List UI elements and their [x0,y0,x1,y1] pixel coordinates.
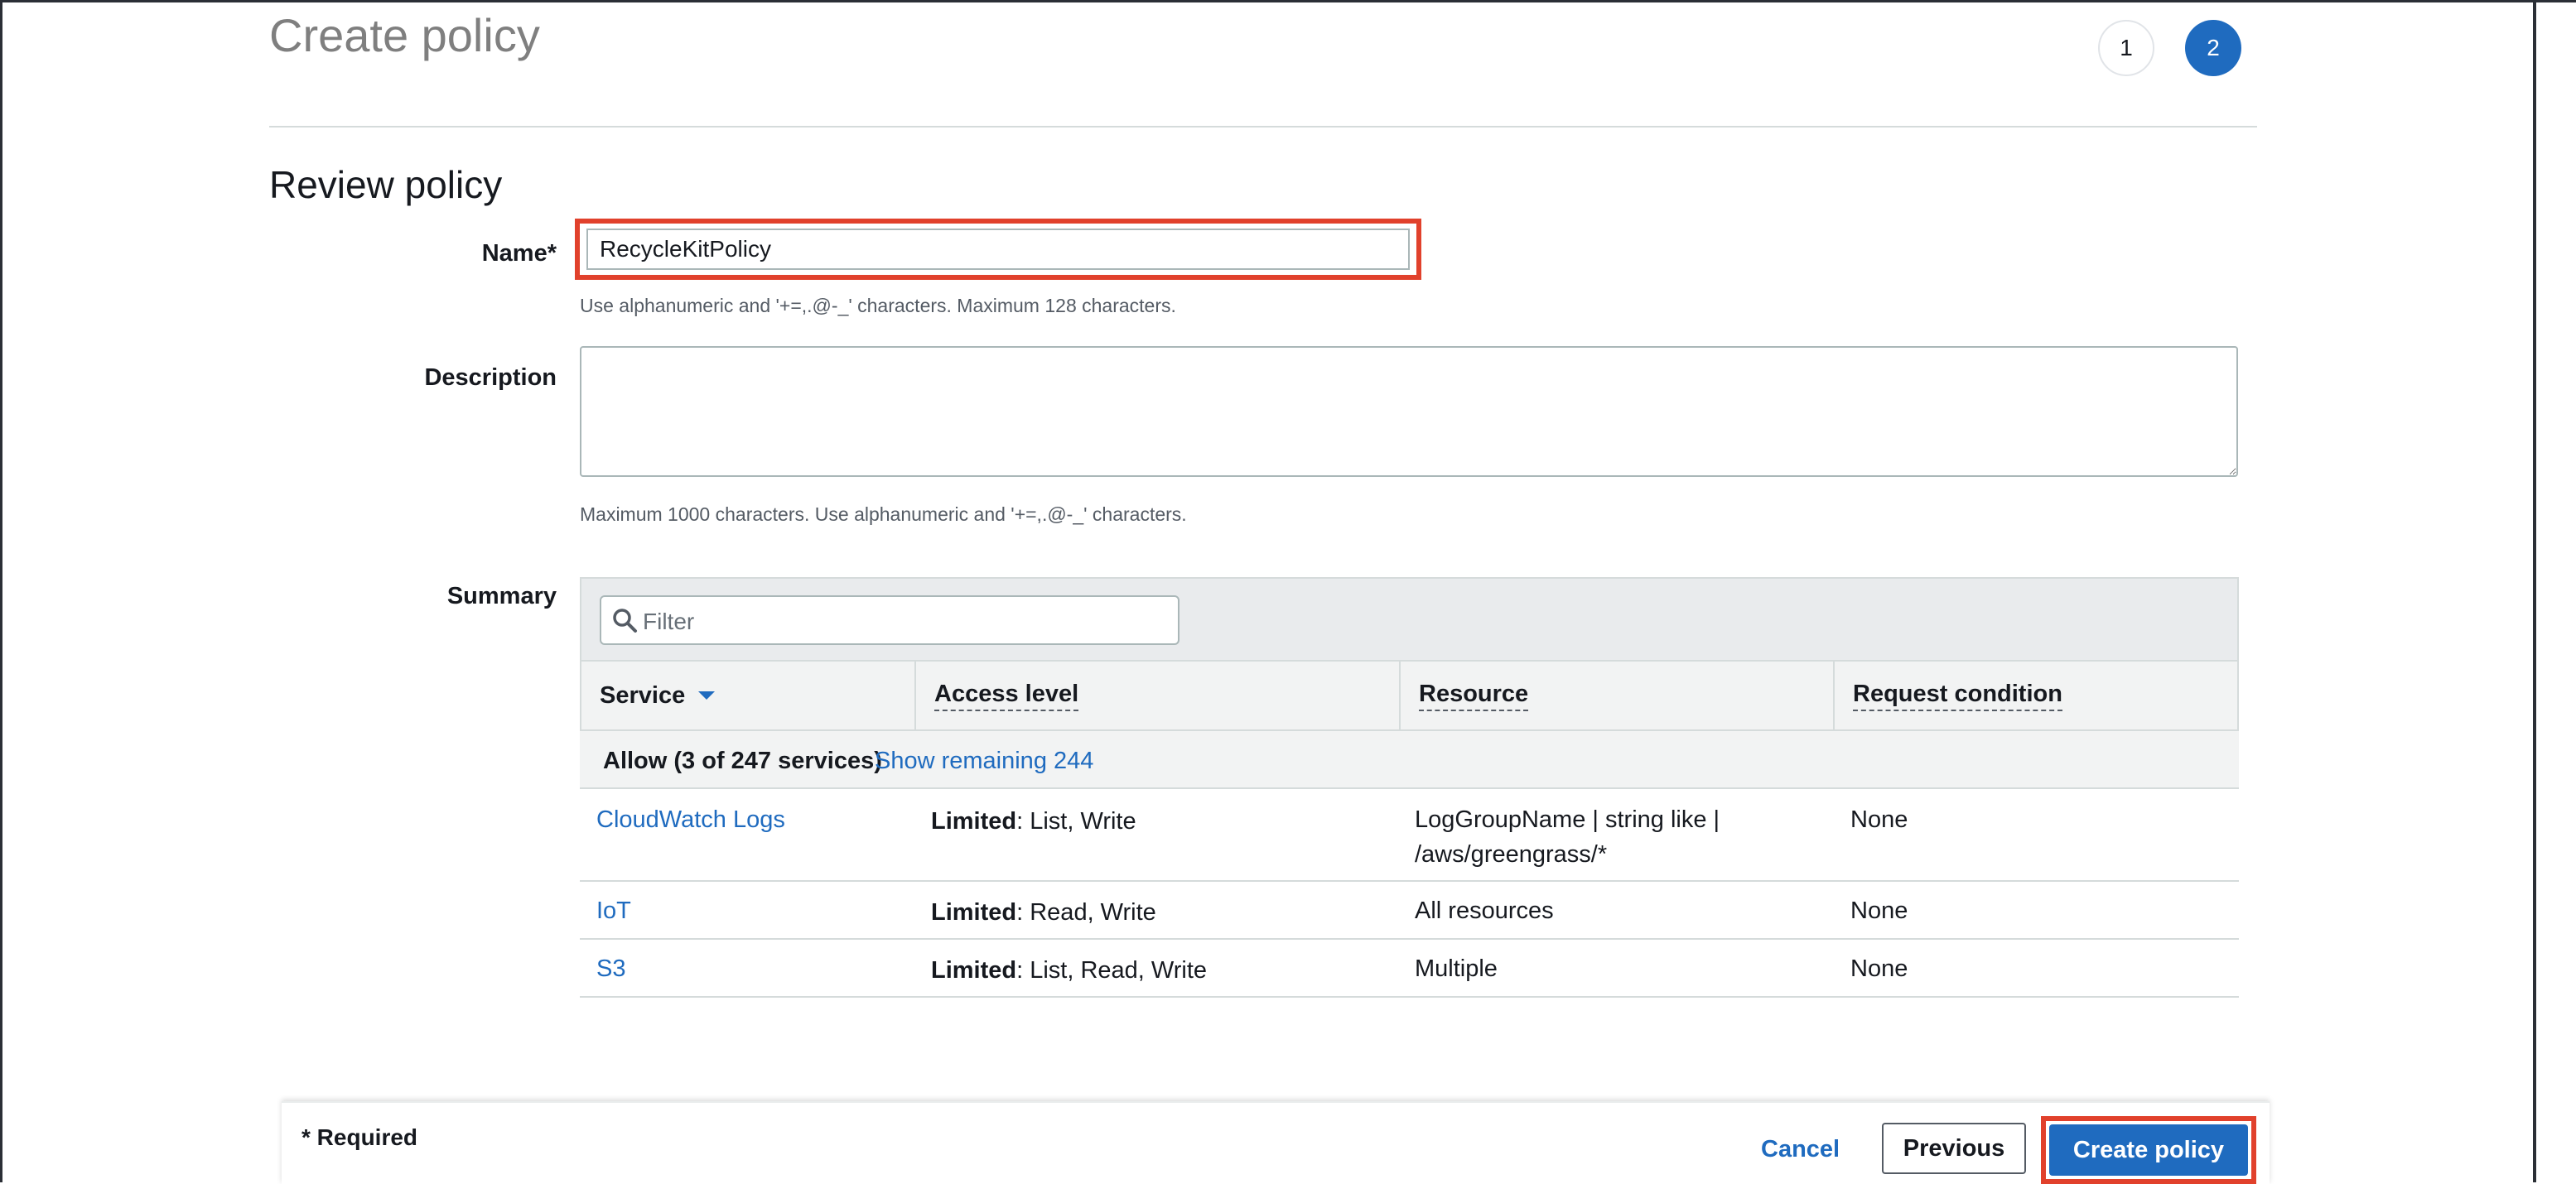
create-policy-highlight-box: Create policy [2041,1116,2256,1184]
allow-group-row: Allow (3 of 247 services) Show remaining… [580,731,2239,789]
access-level-cell: Limited: Read, Write [931,895,1156,930]
description-input[interactable] [580,346,2238,477]
access-level-cell: Limited: List, Read, Write [931,953,1207,988]
resource-cell-line2: /aws/greengrass/* [1415,841,1608,868]
column-header-service[interactable]: Service [581,662,914,729]
previous-button[interactable]: Previous [1882,1123,2026,1174]
service-link[interactable]: S3 [596,951,625,986]
column-header-access-level[interactable]: Access level [914,662,1399,729]
allow-group-label: Allow (3 of 247 services) [603,748,882,774]
access-level-bold: Limited [931,957,1017,984]
request-condition-cell: None [1850,898,1908,924]
summary-label: Summary [446,583,557,609]
column-header-access-level-label: Access level [934,681,1079,711]
access-level-bold: Limited [931,899,1017,926]
resource-cell-line1: LogGroupName | string like | [1415,806,1720,833]
window-frame-left [0,0,2,1182]
section-title: Review policy [269,163,503,206]
column-header-resource-label: Resource [1419,681,1529,711]
step-2-indicator: 2 [2185,20,2241,76]
name-input[interactable] [586,229,1410,270]
sort-descending-icon [698,691,716,700]
request-condition-cell: None [1850,806,1908,833]
name-label: Name* [481,240,557,267]
window-frame-top [0,0,2576,2]
required-note: * Required [301,1124,418,1150]
table-row: S3 Limited: List, Read, Write Multiple N… [580,940,2239,998]
access-level-bold: Limited [931,808,1017,835]
create-policy-button[interactable]: Create policy [2049,1124,2248,1176]
table-row: IoT Limited: Read, Write All resources N… [580,882,2239,940]
description-label: Description [424,364,557,391]
resource-cell: Multiple [1415,955,1498,982]
filter-bar: Filter [580,577,2239,662]
filter-input[interactable]: Filter [600,595,1179,645]
name-hint: Use alphanumeric and '+=,.@-_' character… [580,295,1176,316]
table-row: CloudWatch Logs Limited: List, Write Log… [580,789,2239,882]
window-frame-right [2533,0,2536,1182]
column-header-request-condition[interactable]: Request condition [1833,662,2241,729]
filter-placeholder: Filter [643,609,695,634]
service-link[interactable]: IoT [596,893,631,928]
access-level-cell: Limited: List, Write [931,804,1136,839]
access-level-rest: : List, Read, Write [1016,957,1208,984]
table-header: Service Access level Resource Request co… [580,662,2239,731]
search-icon [611,607,638,638]
cancel-button[interactable]: Cancel [1761,1136,1840,1163]
column-header-resource[interactable]: Resource [1399,662,1833,729]
service-link[interactable]: CloudWatch Logs [596,802,785,837]
access-level-rest: : List, Write [1016,808,1136,835]
footer-bar: * Required Cancel Previous Create policy [282,1101,2270,1184]
show-remaining-link[interactable]: Show remaining 244 [875,748,1093,775]
header-divider [269,126,2257,128]
access-level-rest: : Read, Write [1016,899,1156,926]
step-1-indicator[interactable]: 1 [2098,20,2154,76]
description-hint: Maximum 1000 characters. Use alphanumeri… [580,503,1187,525]
column-header-service-label: Service [600,681,686,709]
request-condition-cell: None [1850,955,1908,982]
column-header-request-condition-label: Request condition [1853,681,2062,711]
resource-cell: All resources [1415,898,1554,924]
summary-table: Filter Service Access level Resource Req… [580,577,2239,998]
name-highlight-box [575,219,1421,280]
page-title: Create policy [269,9,540,61]
